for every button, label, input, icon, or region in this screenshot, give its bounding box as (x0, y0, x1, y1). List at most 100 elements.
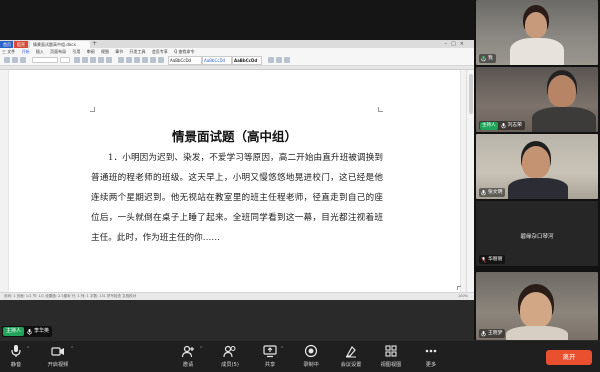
invite-icon (181, 345, 194, 358)
chevron-up-icon[interactable]: ⌃ (199, 346, 203, 352)
menu-page-layout[interactable]: 页面布局 (50, 49, 66, 54)
participant-body (532, 107, 596, 132)
maximize-icon[interactable]: □ (451, 41, 460, 47)
menu-home[interactable]: 开始 (22, 49, 30, 54)
font-color-icon[interactable] (98, 57, 104, 63)
members-button[interactable]: 成员(5) (210, 344, 250, 372)
style-normal[interactable]: AaBbCcDd (168, 56, 202, 65)
meeting-window: 首页 稻壳 情景面试题高中组.docx + –□× 三 文件 开始 插入 页面布… (0, 0, 600, 372)
menu-sections[interactable]: 章节 (115, 49, 123, 54)
participant-tile[interactable]: 王晓梦 (476, 272, 598, 340)
chevron-up-icon[interactable]: ⌃ (26, 346, 30, 352)
numbering-icon[interactable] (126, 57, 132, 63)
select-icon[interactable] (284, 57, 290, 63)
align-center-icon[interactable] (150, 57, 156, 63)
more-button[interactable]: 更多 (411, 344, 451, 372)
host-badge: 主持人 (3, 327, 25, 336)
ribbon-toolbar: AaBbCcDd AaBbCcDd AaBbCcDd (2, 56, 472, 65)
host-badge: 主持人 (480, 121, 498, 130)
participant-tile[interactable]: 张文明 (476, 134, 598, 199)
document-body: 1．小明因为迟到、染发，不爱学习等原因，高二开始由直升班被调换到普通班的程老师的… (91, 153, 383, 243)
text-tools-icon[interactable] (268, 57, 274, 63)
participant-center-name: 碧缘杂口琴河 (520, 234, 554, 240)
video-camera-icon (51, 347, 64, 356)
highlight-icon[interactable] (106, 57, 112, 63)
font-size-select[interactable] (60, 57, 70, 63)
shared-screen-top-area (0, 0, 474, 40)
participant-tile-self[interactable]: 我 (476, 0, 598, 65)
cut-icon[interactable] (12, 57, 18, 63)
participant-body (508, 178, 568, 199)
participant-avatar (548, 75, 576, 107)
view-button[interactable]: 视图视图 (371, 344, 411, 372)
align-right-icon[interactable] (158, 57, 164, 63)
bold-icon[interactable] (74, 57, 80, 63)
invite-label: 邀请 (182, 362, 194, 368)
tab-home[interactable]: 首页 (0, 41, 13, 48)
menu-file[interactable]: 三 文件 (2, 49, 15, 54)
margin-mark-top-left (90, 107, 95, 112)
participant-label: 王晓梦 (479, 329, 506, 338)
menu-member[interactable]: 会员专享 (152, 49, 168, 54)
menu-search[interactable]: Q 查找命令 (174, 49, 194, 54)
microphone-icon (27, 328, 32, 335)
microphone-icon (481, 189, 486, 195)
microphone-icon (481, 55, 486, 61)
menu-references[interactable]: 引用 (72, 49, 80, 54)
participant-label: 张文明 (479, 188, 506, 197)
tab-document[interactable]: 情景面试题高中组.docx (30, 41, 90, 48)
document-title: 情景面试题（高中组） (171, 129, 297, 144)
style-heading-2[interactable]: AaBbCcDd (232, 56, 262, 65)
mute-label: 静音 (10, 362, 22, 368)
mute-button[interactable]: 静音 (0, 344, 36, 372)
microphone-muted-icon (481, 256, 486, 263)
tab-docer[interactable]: 稻壳 (14, 41, 28, 48)
zoom-level[interactable]: 100% (458, 293, 468, 300)
menu-developer[interactable]: 开发工具 (130, 49, 146, 54)
menu-insert[interactable]: 插入 (36, 49, 44, 54)
shared-screen: 首页 稻壳 情景面试题高中组.docx + –□× 三 文件 开始 插入 页面布… (0, 0, 474, 340)
new-tab-button[interactable]: + (92, 40, 97, 48)
scrollbar-thumb[interactable] (469, 74, 473, 114)
participant-tile-host[interactable]: 主持人 刘志荣 (476, 67, 598, 132)
members-label: 成员(5) (221, 362, 239, 368)
bullets-icon[interactable] (118, 57, 124, 63)
indent-icon[interactable] (134, 57, 140, 63)
record-button[interactable]: 录制中 (291, 344, 331, 372)
style-heading-1[interactable]: AaBbCcDd (202, 56, 232, 65)
more-icon (425, 349, 437, 353)
status-text: 页码: 1 页面: 1/1 节: 1/1 设置值: 2.5厘米 行: 1 列: … (4, 294, 137, 298)
vertical-scrollbar[interactable] (466, 70, 474, 292)
microphone-icon (481, 330, 486, 336)
wps-status-bar: 页码: 1 页面: 1/1 节: 1/1 设置值: 2.5厘米 行: 1 列: … (0, 292, 474, 300)
share-screen-icon (263, 345, 277, 358)
presenter-name: 李华英 (34, 328, 50, 334)
italic-icon[interactable] (82, 57, 88, 63)
microphone-icon (500, 122, 506, 128)
chevron-up-icon[interactable]: ⌃ (280, 346, 284, 352)
menu-review[interactable]: 审阅 (87, 49, 95, 54)
participant-body (506, 326, 568, 340)
align-left-icon[interactable] (142, 57, 148, 63)
more-label: 更多 (425, 362, 437, 368)
members-icon (223, 345, 236, 358)
find-replace-icon[interactable] (276, 57, 282, 63)
view-label: 视图视图 (380, 362, 402, 368)
share-label: 共享 (264, 362, 276, 368)
settings-label: 会议设置 (340, 362, 362, 368)
wps-ribbon: 三 文件 开始 插入 页面布局 引用 审阅 视图 章节 开发工具 会员专享 Q … (0, 48, 474, 66)
participant-avatar (525, 12, 547, 38)
close-icon[interactable]: × (460, 41, 468, 47)
chevron-up-icon[interactable]: ⌃ (70, 346, 74, 352)
meeting-settings-button[interactable]: 会议设置 (331, 344, 371, 372)
window-controls[interactable]: –□× (445, 40, 468, 48)
copy-icon[interactable] (20, 57, 26, 63)
participant-tile-video-off[interactable]: 碧缘杂口琴河 华丽丽 (476, 201, 598, 266)
paste-icon[interactable] (4, 57, 10, 63)
presenter-name-tag: 主持人 李华英 (2, 326, 53, 337)
leave-meeting-button[interactable]: 离开 (546, 350, 592, 365)
underline-icon[interactable] (90, 57, 96, 63)
font-name-select[interactable] (32, 57, 58, 63)
document-page[interactable]: 情景面试题（高中组） 1．小明因为迟到、染发，不爱学习等原因，高二开始由直升班被… (9, 70, 461, 292)
menu-view[interactable]: 视图 (101, 49, 109, 54)
